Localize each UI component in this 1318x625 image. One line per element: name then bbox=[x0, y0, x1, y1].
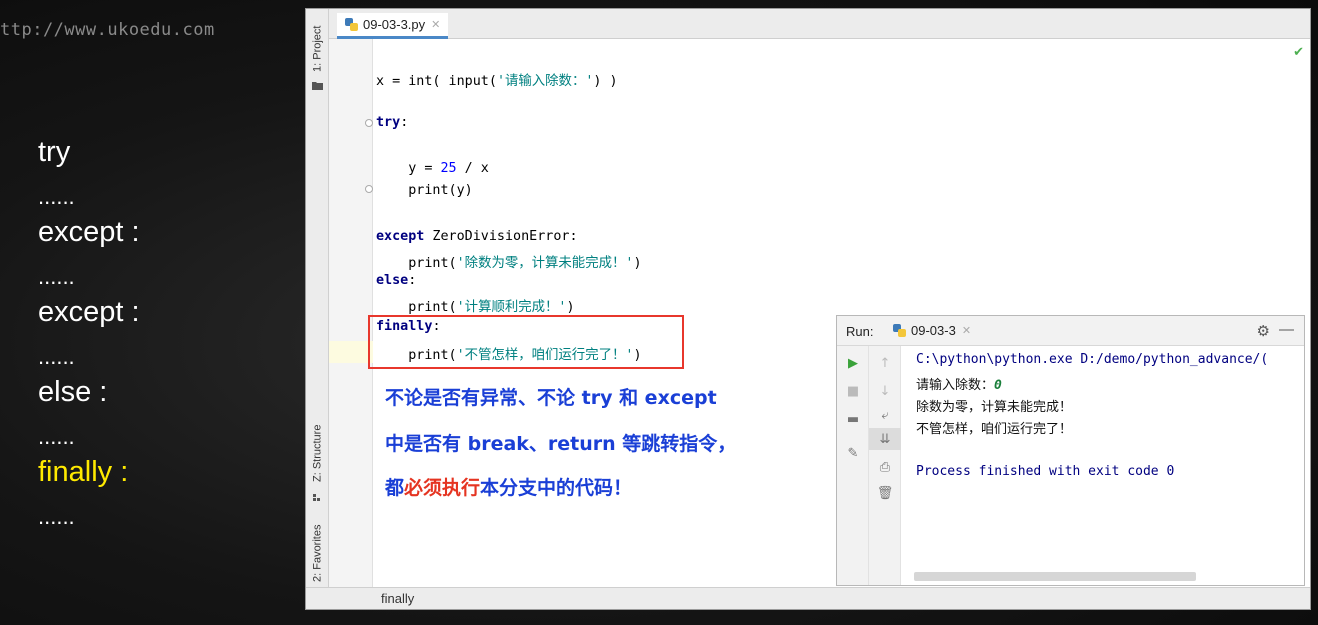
finally-highlight-box bbox=[368, 315, 684, 369]
layout-icon[interactable]: ▬ bbox=[837, 408, 869, 430]
trash-icon[interactable]: 🗑 bbox=[869, 482, 901, 504]
console-exit-line: Process finished with exit code 0 bbox=[916, 464, 1175, 479]
annotation-line-1: 不论是否有异常、不论 try 和 except bbox=[385, 387, 717, 409]
slide-line-finally: finally : bbox=[38, 456, 129, 488]
slide-dots: ...... bbox=[38, 264, 75, 289]
annotation-line-3: 都必须执行本分支中的代码！ bbox=[385, 477, 633, 499]
tool-tab-favorites[interactable]: 2: Favorites bbox=[307, 517, 328, 589]
rerun-play-icon[interactable]: ▶ bbox=[837, 352, 869, 374]
watermark-url: ttp://www.ukoedu.com bbox=[0, 20, 215, 40]
fold-marker-icon[interactable] bbox=[365, 119, 373, 127]
code-line: y = 25 / x bbox=[376, 161, 489, 176]
slide-dots: ...... bbox=[38, 344, 75, 369]
gear-icon[interactable]: ⚙ bbox=[1257, 322, 1270, 340]
python-file-icon bbox=[345, 18, 358, 31]
file-tab[interactable]: 09-03-3.py ✕ bbox=[337, 13, 449, 39]
file-tab-label: 09-03-3.py bbox=[363, 17, 426, 32]
breadcrumb-bar: finally bbox=[306, 587, 1310, 609]
slide-dots: ...... bbox=[38, 424, 75, 449]
slide-dots: ...... bbox=[38, 504, 75, 529]
slide-dots: ...... bbox=[38, 184, 75, 209]
scroll-to-end-icon[interactable]: ⇊ bbox=[869, 428, 901, 450]
arrow-down-icon[interactable]: ↓ bbox=[869, 380, 901, 402]
console-horizontal-scrollbar[interactable] bbox=[914, 572, 1196, 581]
console-prompt-line: 请输入除数：0 bbox=[916, 378, 1002, 393]
breadcrumb[interactable]: finally bbox=[381, 591, 414, 606]
run-panel-header: Run: 09-03-3 ✕ ⚙ — bbox=[837, 316, 1304, 346]
arrow-up-icon[interactable]: ↑ bbox=[869, 352, 901, 374]
annotation-emphasis: 必须执行 bbox=[404, 477, 481, 499]
stop-icon[interactable]: ■ bbox=[837, 380, 869, 402]
tool-tab-project[interactable]: 1: Project bbox=[307, 19, 328, 79]
console-output-line: 不管怎样，咱们运行完了！ bbox=[916, 422, 1073, 437]
editor-tab-bar: 09-03-3.py ✕ bbox=[329, 9, 1310, 39]
structure-icon bbox=[313, 494, 320, 501]
slide-line-else: else : bbox=[38, 376, 108, 408]
code-line: else: bbox=[376, 273, 417, 288]
close-run-tab-icon[interactable]: ✕ bbox=[962, 324, 971, 337]
run-label: Run: bbox=[846, 324, 874, 339]
minimize-icon[interactable]: — bbox=[1279, 321, 1294, 338]
annotation-line-2: 中是否有 break、return 等跳转指令， bbox=[385, 433, 737, 455]
checkmark-icon: ✔ bbox=[1293, 45, 1304, 60]
pin-icon[interactable]: ✎ bbox=[837, 442, 869, 464]
console-command: C:\python\python.exe D:/demo/python_adva… bbox=[916, 352, 1269, 367]
left-tool-window-bar: 1: Project Z: Structure 2: Favorites ★ bbox=[306, 9, 329, 609]
slide-line-try: try bbox=[38, 136, 71, 168]
code-line: x = int( input('请输入除数：') ) bbox=[376, 74, 618, 89]
fold-marker-icon[interactable] bbox=[365, 185, 373, 193]
console-input-value: 0 bbox=[994, 378, 1002, 393]
console-output-line: 除数为零，计算未能完成！ bbox=[916, 400, 1073, 415]
run-tab-label: 09-03-3 bbox=[911, 323, 956, 338]
run-tab[interactable]: 09-03-3 ✕ bbox=[893, 323, 971, 338]
code-line: print('除数为零，计算未能完成！') bbox=[376, 256, 642, 271]
run-toolbar-primary: ▶ ■ ▬ ✎ bbox=[837, 346, 869, 585]
code-line: try: bbox=[376, 115, 409, 130]
close-tab-icon[interactable]: ✕ bbox=[431, 18, 440, 31]
run-panel: Run: 09-03-3 ✕ ⚙ — ▶ ■ ▬ ✎ ↑ ↓ ⤶ ⇊ ⎙ 🗑 C… bbox=[836, 315, 1305, 586]
ide-window: 1: Project Z: Structure 2: Favorites ★ 0… bbox=[305, 8, 1311, 610]
slide-line-except-2: except : bbox=[38, 296, 140, 328]
folder-icon bbox=[312, 82, 323, 90]
code-line: except ZeroDivisionError: bbox=[376, 229, 578, 244]
code-line: print('计算顺利完成！') bbox=[376, 300, 575, 315]
code-line: print(y) bbox=[376, 183, 473, 198]
python-run-icon bbox=[893, 324, 906, 337]
print-icon[interactable]: ⎙ bbox=[869, 456, 901, 478]
soft-wrap-icon[interactable]: ⤶ bbox=[869, 404, 901, 426]
slide-line-except-1: except : bbox=[38, 216, 140, 248]
console-output[interactable]: C:\python\python.exe D:/demo/python_adva… bbox=[901, 346, 1304, 585]
run-toolbar-secondary: ↑ ↓ ⤶ ⇊ ⎙ 🗑 bbox=[869, 346, 901, 585]
tool-tab-structure[interactable]: Z: Structure bbox=[307, 413, 328, 493]
